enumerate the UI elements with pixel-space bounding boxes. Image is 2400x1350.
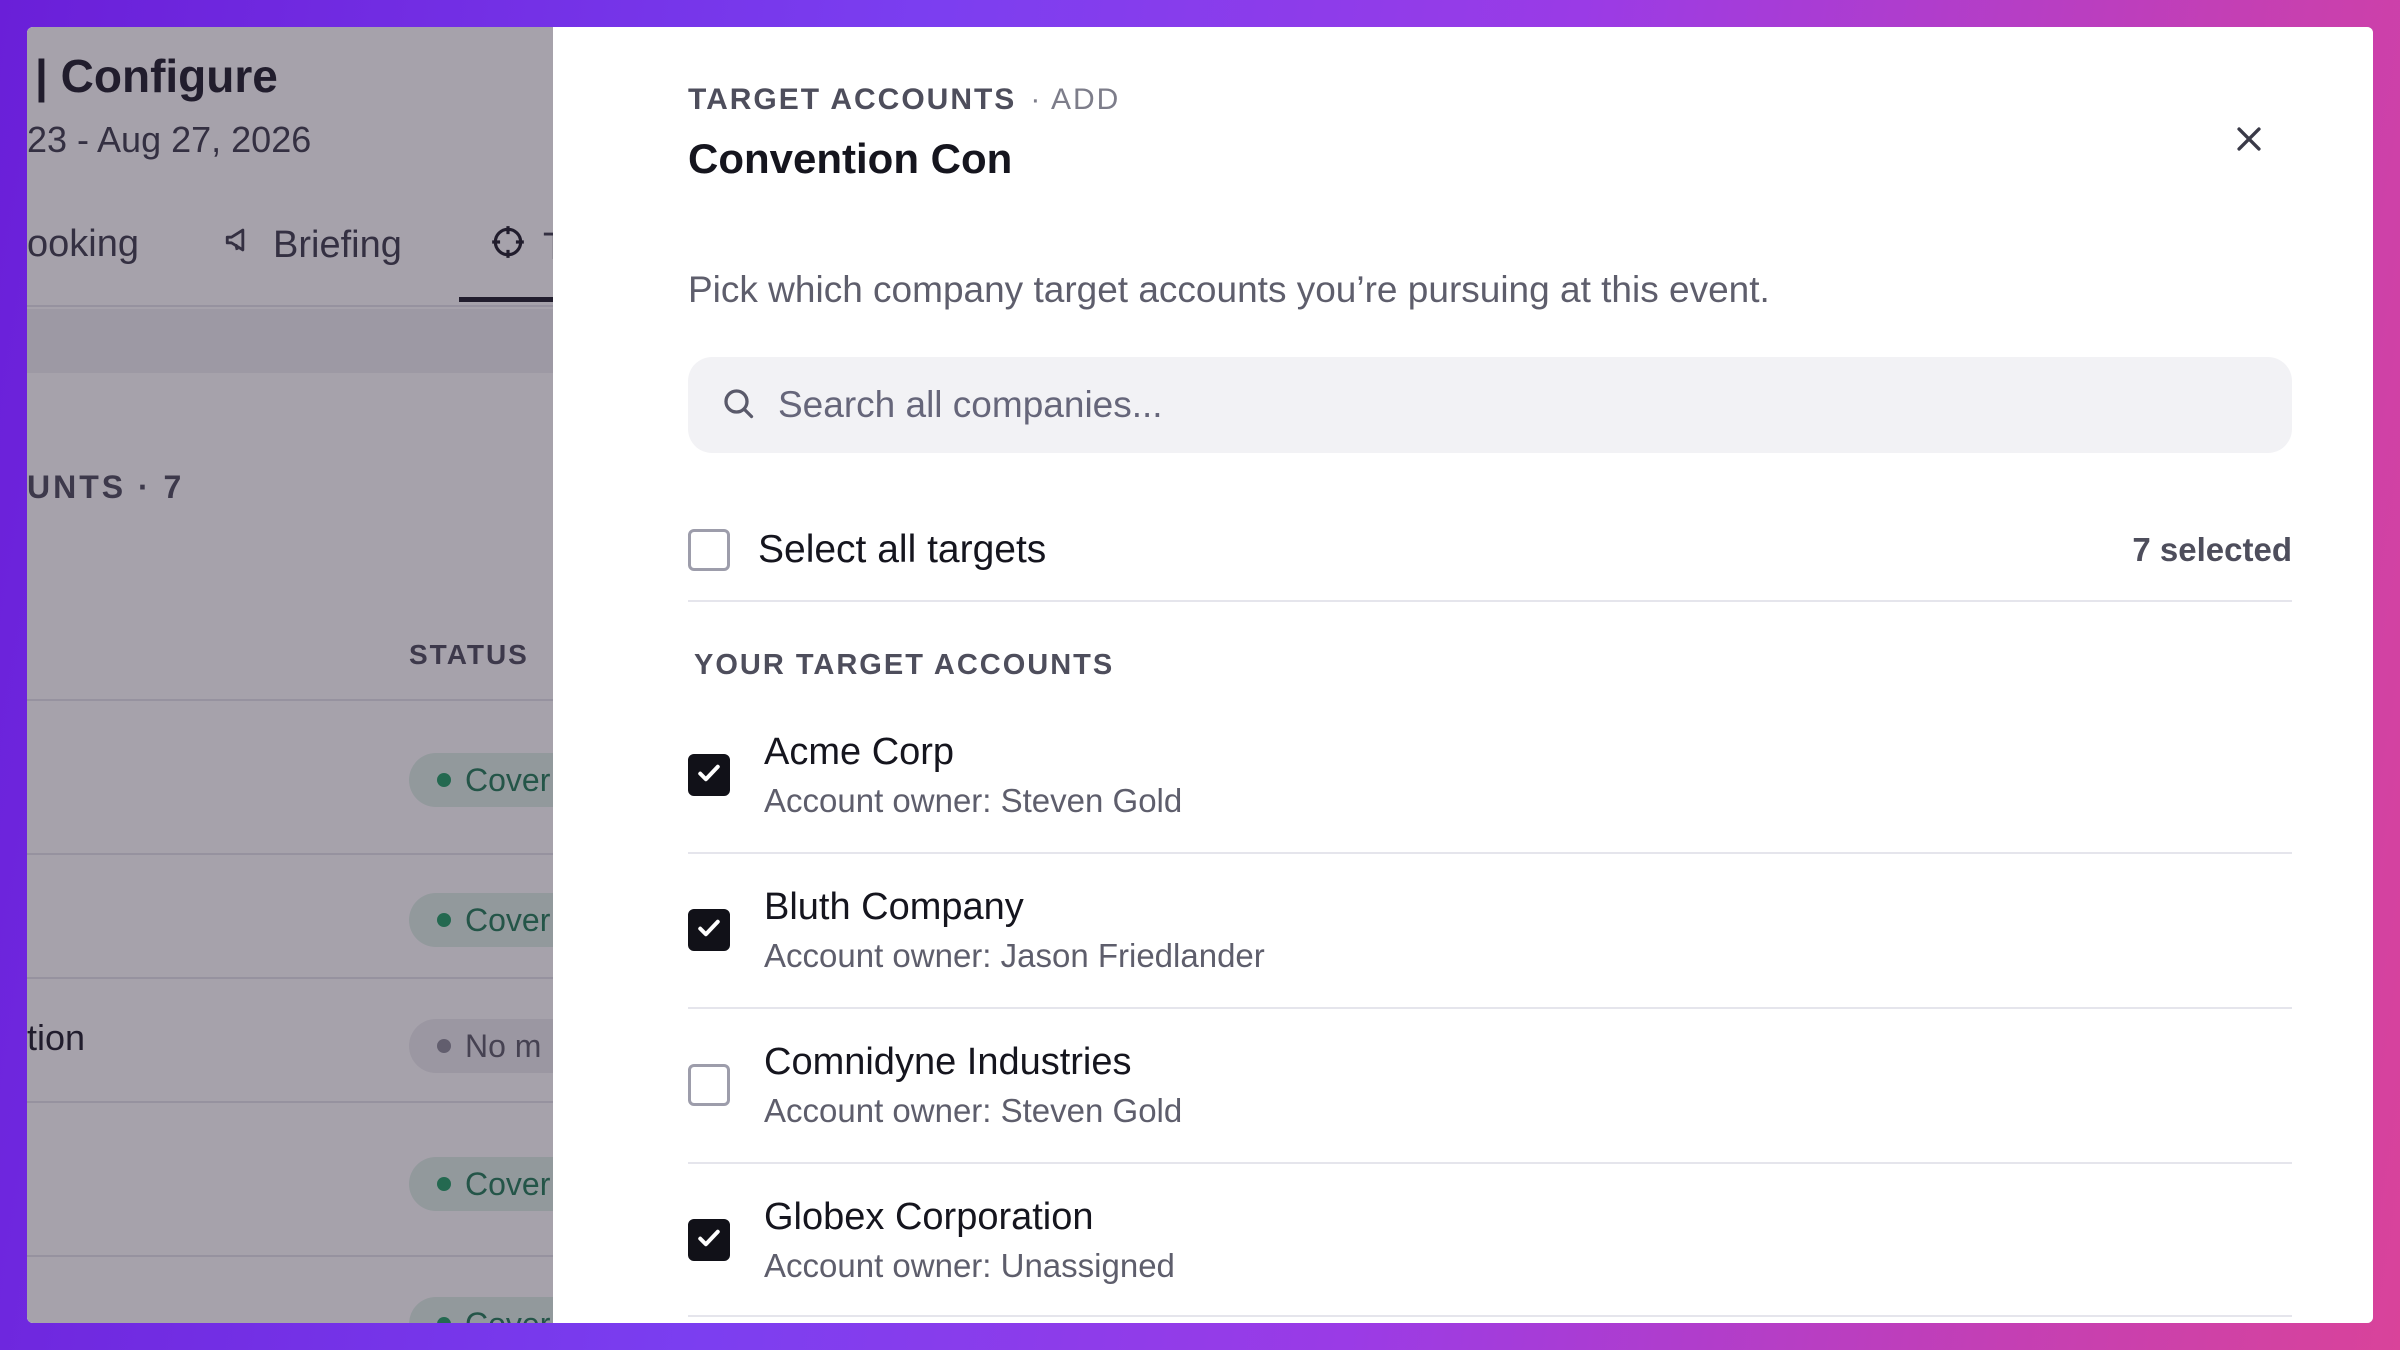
account-owner: Account owner: Steven Gold [764, 1091, 1183, 1129]
drawer-title: Convention Con [688, 135, 1013, 182]
divider [688, 852, 2292, 854]
add-target-accounts-drawer: TARGET ACCOUNTS · ADD Convention Con Pick… [553, 27, 2373, 1323]
checkmark-icon [694, 758, 724, 793]
account-row-globex-corporation[interactable]: Globex Corporation Account owner: Unassi… [688, 1170, 2292, 1310]
account-name: Globex Corporation [764, 1195, 1094, 1238]
drawer-eyebrow-label: TARGET ACCOUNTS [688, 83, 1017, 116]
close-icon [2232, 122, 2266, 161]
account-name: Comnidyne Industries [764, 1040, 1132, 1083]
account-row-bluth-company[interactable]: Bluth Company Account owner: Jason Fried… [688, 860, 2292, 1000]
checkmark-icon [694, 913, 724, 948]
account-owner: Account owner: Jason Friedlander [764, 936, 1265, 974]
search-icon [720, 385, 756, 426]
account-name: Bluth Company [764, 885, 1024, 928]
company-search[interactable] [688, 357, 2292, 453]
account-checkbox[interactable] [688, 754, 730, 796]
account-row-comnidyne-industries[interactable]: Comnidyne Industries Account owner: Stev… [688, 1015, 2292, 1155]
account-name: Acme Corp [764, 730, 955, 773]
group-heading: YOUR TARGET ACCOUNTS [694, 649, 1115, 681]
divider [688, 1162, 2292, 1164]
account-row-acme-corp[interactable]: Acme Corp Account owner: Steven Gold [688, 705, 2292, 845]
select-all-label[interactable]: Select all targets [758, 528, 1046, 572]
select-all-checkbox[interactable] [688, 529, 730, 571]
account-owner: Account owner: Steven Gold [764, 781, 1183, 819]
divider [688, 1315, 2292, 1317]
search-input[interactable] [778, 384, 2178, 426]
divider [688, 1007, 2292, 1009]
checkmark-icon [694, 1223, 724, 1258]
account-owner: Account owner: Unassigned [764, 1246, 1175, 1284]
account-checkbox[interactable] [688, 1064, 730, 1106]
select-all-row[interactable]: Select all targets 7 selected [688, 525, 2292, 575]
close-button[interactable] [2223, 115, 2275, 167]
app-window: | Configure 23 - Aug 27, 2026 ooking Bri… [27, 27, 2373, 1323]
selected-count: 7 selected [2132, 531, 2292, 568]
account-checkbox[interactable] [688, 1219, 730, 1261]
divider [688, 600, 2292, 602]
drawer-description: Pick which company target accounts you’r… [688, 269, 1770, 310]
drawer-eyebrow-action: · ADD [1030, 83, 1121, 116]
account-checkbox[interactable] [688, 909, 730, 951]
drawer-eyebrow: TARGET ACCOUNTS · ADD [688, 83, 1120, 117]
